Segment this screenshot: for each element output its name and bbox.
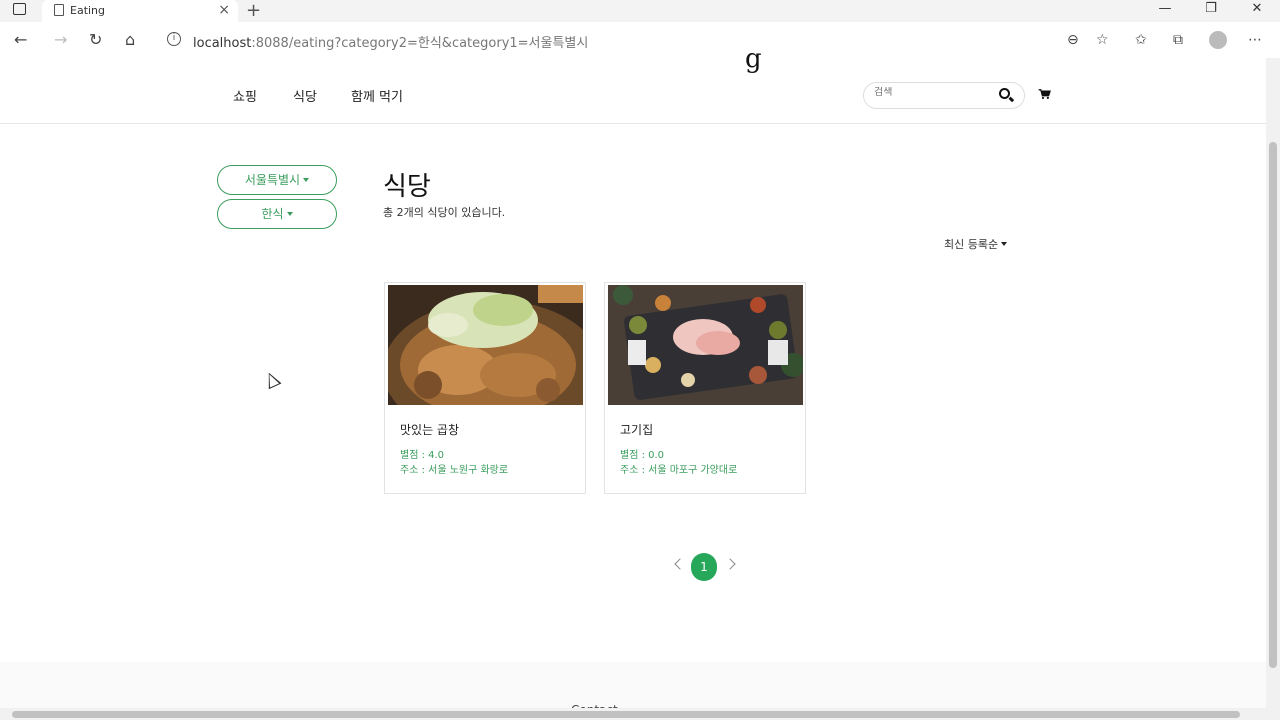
- close-tab-icon[interactable]: ×: [218, 2, 230, 18]
- prev-page-icon[interactable]: [674, 558, 686, 570]
- search-box: [863, 82, 1025, 109]
- tab-title: Eating: [70, 4, 106, 17]
- region-filter-label: 서울특별시: [244, 173, 301, 187]
- restaurant-rating: 별점 : 4.0: [400, 450, 445, 461]
- horizontal-scrollbar[interactable]: [0, 708, 1266, 720]
- new-tab-icon[interactable]: +: [246, 0, 261, 21]
- menu-restaurant[interactable]: 식당: [293, 86, 317, 105]
- toolbar: ← → ↻ ⌂ i localhost:8088/eating?category…: [0, 22, 1280, 58]
- site-header: g 쇼핑 식당 함께 먹기: [0, 44, 1266, 124]
- browser-tab[interactable]: Eating ×: [42, 0, 238, 22]
- address-bar[interactable]: i localhost:8088/eating?category2=한식&cat…: [157, 26, 1123, 54]
- zoom-icon[interactable]: ⊖: [1067, 32, 1079, 48]
- profile-avatar[interactable]: [1209, 31, 1227, 49]
- restaurant-name: 고기집: [620, 423, 654, 437]
- sort-dropdown[interactable]: 최신 등록순: [944, 236, 1008, 252]
- site-info-icon[interactable]: i: [167, 32, 181, 46]
- scroll-thumb[interactable]: [1269, 142, 1277, 668]
- window-controls: — ❐ ✕: [1142, 0, 1280, 20]
- restaurant-card[interactable]: 고기집 별점 : 0.0 주소 : 서울 마포구 가양대로: [604, 282, 806, 494]
- page-icon: [54, 4, 64, 16]
- restaurant-name: 맛있는 곱창: [400, 423, 460, 437]
- result-count: 총 2개의 식당이 있습니다.: [383, 206, 506, 219]
- site-logo[interactable]: g: [745, 44, 762, 74]
- more-icon[interactable]: ⋯: [1248, 32, 1262, 48]
- restore-icon[interactable]: ❐: [1188, 0, 1234, 20]
- tab-strip: Eating × + — ❐ ✕: [0, 0, 1280, 22]
- restaurant-address: 주소 : 서울 마포구 가양대로: [620, 465, 738, 476]
- scroll-thumb[interactable]: [12, 711, 1240, 718]
- restaurant-card[interactable]: 맛있는 곱창 별점 : 4.0 주소 : 서울 노원구 화랑로: [384, 282, 586, 494]
- vertical-scrollbar[interactable]: [1266, 58, 1280, 720]
- menu-shopping[interactable]: 쇼핑: [233, 86, 257, 105]
- restaurant-photo: [608, 285, 803, 405]
- caret-down-icon: [286, 212, 293, 216]
- forward-icon[interactable]: →: [54, 30, 67, 49]
- region-filter-button[interactable]: 서울특별시: [217, 165, 337, 195]
- search-input[interactable]: [874, 87, 984, 98]
- home-icon[interactable]: ⌂: [125, 30, 135, 49]
- collections-icon[interactable]: ⧉: [1173, 32, 1183, 48]
- category-filter-button[interactable]: 한식: [217, 199, 337, 229]
- category-filter-label: 한식: [261, 207, 284, 221]
- url-text: localhost:8088/eating?category2=한식&categ…: [193, 32, 588, 51]
- back-icon[interactable]: ←: [14, 30, 27, 49]
- next-page-icon[interactable]: [724, 558, 736, 570]
- add-favorite-icon[interactable]: ☆: [1096, 32, 1109, 48]
- url-host: localhost: [193, 36, 252, 51]
- restaurant-address: 주소 : 서울 노원구 화랑로: [400, 465, 509, 476]
- close-window-icon[interactable]: ✕: [1234, 0, 1280, 20]
- tab-actions-icon[interactable]: [13, 3, 26, 15]
- caret-down-icon: [303, 178, 310, 182]
- url-path: :8088/eating?category2=한식&category1=서울특별…: [251, 36, 589, 51]
- refresh-icon[interactable]: ↻: [89, 30, 102, 49]
- caret-down-icon: [1001, 242, 1008, 246]
- search-icon[interactable]: [999, 88, 1010, 99]
- restaurant-rating: 별점 : 0.0: [620, 450, 665, 461]
- favorites-icon[interactable]: ✩: [1135, 32, 1147, 48]
- page-number-current[interactable]: 1: [691, 553, 717, 581]
- cart-icon[interactable]: [1038, 89, 1051, 99]
- browser-chrome: Eating × + — ❐ ✕ ← → ↻ ⌂ i localhost:808…: [0, 0, 1280, 58]
- page-title: 식당: [383, 172, 431, 202]
- menu-eat-together[interactable]: 함께 먹기: [351, 86, 403, 105]
- restaurant-photo: [388, 285, 583, 405]
- minimize-icon[interactable]: —: [1142, 0, 1188, 20]
- sort-label: 최신 등록순: [944, 238, 999, 251]
